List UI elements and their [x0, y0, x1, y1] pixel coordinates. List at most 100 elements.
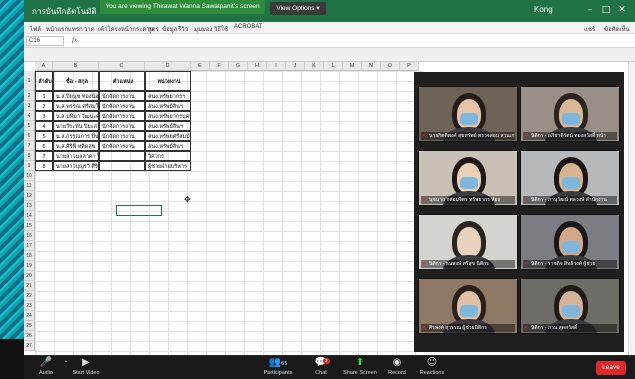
table-cell[interactable]: น.ส.ศิริพี่ หลีดสุข	[53, 141, 99, 151]
table-cell[interactable]: 1	[35, 91, 53, 101]
row-header-17[interactable]: 17	[24, 241, 35, 251]
row-header-15[interactable]: 15	[24, 221, 35, 231]
table-header-cell[interactable]: ลำดับที่	[35, 71, 53, 91]
table-cell[interactable]: วิศวกร	[145, 151, 191, 161]
spreadsheet-grid[interactable]: ABCDEFGHIJKLMNOP 1 2 3 4 5 6 7 8 9 10 11 12 13 14 15 16…	[24, 62, 424, 355]
table-cell[interactable]: น.ส.พรรณ ศรีสมใจ	[53, 101, 99, 111]
row-header-3[interactable]: 3	[24, 101, 35, 111]
table-cell[interactable]: ผู้ช่วยฝ่ายบริหาร	[145, 161, 191, 171]
table-cell[interactable]: สนง.ทรัพย์สินฯ	[145, 101, 191, 111]
row-header-27[interactable]: 27	[24, 341, 35, 351]
close-icon[interactable]: ✕	[616, 5, 628, 17]
tab-help[interactable]: วิธีใช้	[214, 24, 228, 34]
column-header-a[interactable]: A	[35, 62, 53, 71]
table-header-cell[interactable]: ตำแหน่ง	[99, 71, 145, 91]
participants-button[interactable]: 👥65 Participants	[256, 356, 300, 379]
column-header-m[interactable]: M	[343, 62, 362, 71]
column-header-e[interactable]: E	[191, 62, 210, 71]
row-header-20[interactable]: 20	[24, 271, 35, 281]
column-header-d[interactable]: D	[145, 62, 191, 71]
table-header-cell[interactable]: หน่วยงาน	[145, 71, 191, 91]
minimize-icon[interactable]: –	[584, 5, 596, 17]
participant-video-tile[interactable]: นิติกร - ธนพงษ์ ศรีสุข นิติกร ✕	[418, 214, 518, 270]
share-screen-button[interactable]: ⬆ Share Screen	[340, 356, 380, 379]
autosave-toggle[interactable]: การบันทึกอัตโนมัติ	[32, 5, 102, 18]
row-header-10[interactable]: 10	[24, 171, 35, 181]
table-cell[interactable]: 4	[35, 121, 53, 131]
table-cell[interactable]: 7	[35, 151, 53, 161]
column-header-c[interactable]: C	[99, 62, 145, 71]
selected-cell[interactable]	[116, 205, 162, 216]
row-header-6[interactable]: 6	[24, 131, 35, 141]
row-header-23[interactable]: 23	[24, 301, 35, 311]
name-box[interactable]: C16	[26, 36, 64, 46]
column-header-k[interactable]: K	[305, 62, 324, 71]
record-button[interactable]: ◉ Record	[384, 356, 410, 379]
table-cell[interactable]: นักจัดการงาน	[99, 101, 145, 111]
share-button[interactable]: แชร์	[584, 24, 595, 34]
table-cell[interactable]: 3	[35, 111, 53, 121]
reactions-button[interactable]: ☺ Reactions	[416, 356, 448, 379]
table-cell[interactable]	[99, 161, 145, 171]
column-header-b[interactable]: B	[53, 62, 99, 71]
table-cell[interactable]: 5	[35, 131, 53, 141]
table-cell[interactable]: นักจัดการงาน	[99, 91, 145, 101]
tab-insert[interactable]: แทรก	[68, 24, 83, 34]
tab-acrobat[interactable]: ACROBAT	[234, 24, 263, 30]
vertical-scrollbar[interactable]	[628, 62, 635, 355]
table-cell[interactable]: 6	[35, 141, 53, 151]
participant-video-tile[interactable]: นิติกร - ภวน สุดสวัสดิ์ ✕	[520, 278, 620, 334]
column-header-o[interactable]: O	[381, 62, 400, 71]
row-header-18[interactable]: 18	[24, 251, 35, 261]
row-header-25[interactable]: 25	[24, 321, 35, 331]
row-header-1[interactable]: 1	[24, 71, 35, 91]
column-header-p[interactable]: P	[400, 62, 419, 71]
tab-data[interactable]: ข้อมูล	[162, 24, 177, 34]
start-video-button[interactable]: ▶ Start Video	[68, 356, 104, 379]
table-cell[interactable]: นายวีระพัน ปิยะสว่าง	[53, 121, 99, 131]
table-cell[interactable]: น.ส.ปทิมา วัฒนะศักดิ์	[53, 111, 99, 121]
row-header-14[interactable]: 14	[24, 211, 35, 221]
row-header-12[interactable]: 12	[24, 191, 35, 201]
tab-review[interactable]: รีวิว	[178, 24, 188, 34]
table-cell[interactable]	[99, 151, 145, 161]
column-header-j[interactable]: J	[286, 62, 305, 71]
row-header-21[interactable]: 21	[24, 281, 35, 291]
table-cell[interactable]: สนง.ทรัพย์สินฯ	[145, 121, 191, 131]
column-header-g[interactable]: G	[229, 62, 248, 71]
row-header-7[interactable]: 7	[24, 141, 35, 151]
row-header-19[interactable]: 19	[24, 261, 35, 271]
participant-video-tile[interactable]: นิติกร - ราชกิจ สิทธิวงศ์ ผู้ช่วย ✕	[520, 214, 620, 270]
table-cell[interactable]: สนง.ทรัพยากรฯ	[145, 91, 191, 101]
table-cell[interactable]: นักจัดการงาน	[99, 111, 145, 121]
table-cell[interactable]: นักจัดการงาน	[99, 141, 145, 151]
table-cell[interactable]: นักจัดการงาน	[99, 131, 145, 141]
row-header-24[interactable]: 24	[24, 311, 35, 321]
maximize-icon[interactable]: □	[600, 5, 612, 17]
table-cell[interactable]: 8	[35, 161, 53, 171]
table-cell[interactable]: นายสาวบุญรวี ศิริสุข	[53, 161, 99, 171]
participant-video-tile[interactable]: นิติกร - อภิชาติรัตน์ ทองสวัสดิ์ หน้า ✕	[520, 86, 620, 142]
leave-button[interactable]: Leave	[596, 361, 626, 375]
table-cell[interactable]: 2	[35, 101, 53, 111]
table-cell[interactable]: นักจัดการงาน	[99, 121, 145, 131]
row-header-5[interactable]: 5	[24, 121, 35, 131]
user-name[interactable]: Kong	[534, 5, 564, 14]
participant-video-tile[interactable]: นายกิตติพงศ์ สุขทรัพย์ ตรวจสอบ สวนเกษตร ✕	[418, 86, 518, 142]
formula-input-area[interactable]	[24, 48, 635, 62]
column-header-n[interactable]: N	[362, 62, 381, 71]
table-cell[interactable]: สนง.ทรัพยากรบุคคล	[145, 111, 191, 121]
view-options-button[interactable]: View Options ▾	[270, 2, 326, 15]
column-header-h[interactable]: H	[248, 62, 267, 71]
participant-video-tile[interactable]: นิติกร - ภานุวัฒน์ พลวงษ์ สำนักงาน ✕	[520, 150, 620, 206]
chat-button[interactable]: 💬 Chat	[308, 356, 334, 379]
table-cell[interactable]: น.ส.กรรณการ ปิ่นสุข	[53, 131, 99, 141]
column-header-l[interactable]: L	[324, 62, 343, 71]
row-header-16[interactable]: 16	[24, 231, 35, 241]
fx-icon[interactable]: fx	[72, 36, 77, 44]
participant-video-tile[interactable]: ศิรพงศ์ สุวรรณ ผู้ช่วยนิติกร ✕	[418, 278, 518, 334]
row-header-9[interactable]: 9	[24, 161, 35, 171]
comments-button[interactable]: ข้อคิดเห็น	[604, 24, 630, 34]
tab-home[interactable]: หน้าแรก	[46, 24, 68, 34]
tab-page-layout[interactable]: เค้าโครงหน้ากระดาษ	[98, 24, 154, 34]
